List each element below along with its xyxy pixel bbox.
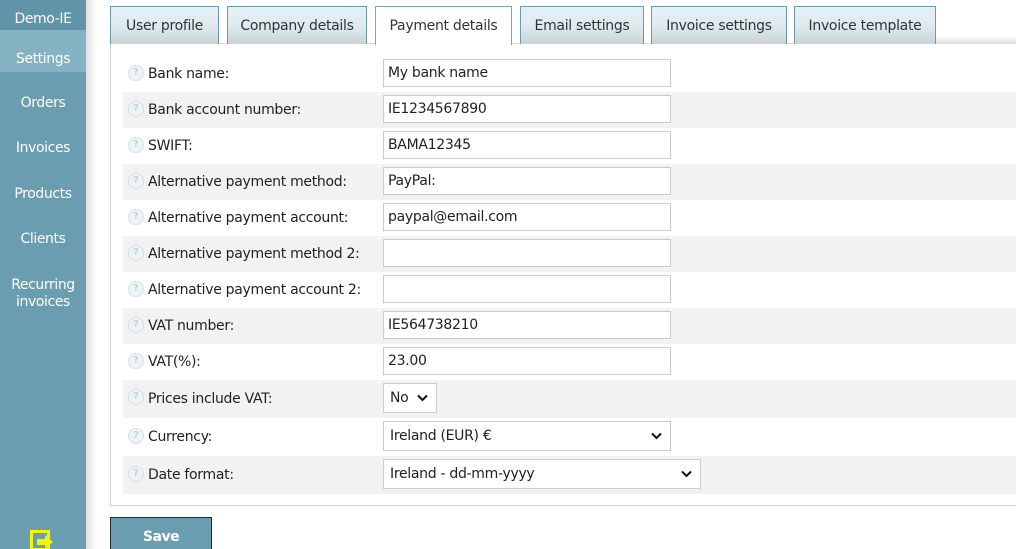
vat-percent-input[interactable]	[383, 347, 671, 375]
form-row-alt-method: ? Alternative payment method:	[123, 164, 1016, 200]
bank-account-input[interactable]	[383, 95, 671, 123]
save-button[interactable]: Save	[110, 517, 212, 549]
form-row-date-format: ? Date format: Ireland - dd-mm-yyyy	[123, 456, 1016, 494]
sidebar: Demo-IE Settings Orders Invoices Product…	[0, 0, 86, 549]
form-row-swift: ? SWIFT:	[123, 128, 1016, 164]
form-row-alt-account-2: ? Alternative payment account 2:	[123, 272, 1016, 308]
tabs-fade	[936, 36, 1016, 44]
alt-method-input[interactable]	[383, 167, 671, 195]
sidebar-item-settings[interactable]: Settings	[0, 30, 86, 72]
form-row-alt-method-2: ? Alternative payment method 2:	[123, 236, 1016, 272]
help-icon[interactable]: ?	[128, 389, 144, 405]
sidebar-item-products[interactable]: Products	[0, 186, 86, 202]
form-row-bank-name: ? Bank name:	[123, 56, 1016, 92]
chevron-down-icon	[651, 422, 662, 450]
tab-company-details[interactable]: Company details	[227, 6, 367, 44]
sidebar-item-recurring-invoices[interactable]: Recurring invoices	[0, 277, 86, 311]
form-row-prices-include-vat: ? Prices include VAT: No	[123, 380, 1016, 418]
currency-select[interactable]: Ireland (EUR) €	[383, 421, 671, 451]
tab-invoice-settings[interactable]: Invoice settings	[651, 6, 787, 44]
help-icon[interactable]: ?	[128, 428, 144, 444]
help-icon[interactable]: ?	[128, 137, 144, 153]
alt-method-2-label: Alternative payment method 2:	[148, 246, 360, 262]
help-icon[interactable]: ?	[128, 209, 144, 225]
currency-value: Ireland (EUR) €	[390, 428, 492, 444]
tab-payment-details[interactable]: Payment details	[375, 6, 512, 45]
swift-label: SWIFT:	[148, 138, 193, 154]
vat-percent-label: VAT(%):	[148, 354, 201, 370]
help-icon[interactable]: ?	[128, 65, 144, 81]
swift-input[interactable]	[383, 131, 671, 159]
vat-number-input[interactable]	[383, 311, 671, 339]
alt-account-2-input[interactable]	[383, 275, 671, 303]
payment-details-form: ? Bank name: ? Bank account number: ? SW…	[110, 44, 1016, 506]
date-format-value: Ireland - dd-mm-yyyy	[390, 466, 535, 482]
help-icon[interactable]: ?	[128, 317, 144, 333]
bank-name-label: Bank name:	[148, 66, 230, 82]
alt-account-label: Alternative payment account:	[148, 210, 349, 226]
alt-account-2-label: Alternative payment account 2:	[148, 282, 361, 298]
alt-account-input[interactable]	[383, 203, 671, 231]
tab-user-profile[interactable]: User profile	[110, 6, 219, 44]
vat-number-label: VAT number:	[148, 318, 234, 334]
bank-name-input[interactable]	[383, 59, 671, 87]
alt-method-2-input[interactable]	[383, 239, 671, 267]
prices-include-vat-label: Prices include VAT:	[148, 391, 273, 407]
form-row-vat-number: ? VAT number:	[123, 308, 1016, 344]
chevron-down-icon	[417, 384, 428, 412]
tab-invoice-template[interactable]: Invoice template	[794, 6, 936, 44]
form-row-alt-account: ? Alternative payment account:	[123, 200, 1016, 236]
help-icon[interactable]: ?	[128, 245, 144, 261]
help-icon[interactable]: ?	[128, 466, 144, 482]
chevron-down-icon	[681, 460, 692, 488]
help-icon[interactable]: ?	[128, 353, 144, 369]
sidebar-item-orders[interactable]: Orders	[0, 95, 86, 111]
help-icon[interactable]: ?	[128, 281, 144, 297]
logout-icon[interactable]	[30, 530, 54, 549]
form-row-currency: ? Currency: Ireland (EUR) €	[123, 418, 1016, 456]
help-icon[interactable]: ?	[128, 173, 144, 189]
sidebar-shadow	[86, 0, 96, 549]
form-row-bank-account: ? Bank account number:	[123, 92, 1016, 128]
date-format-select[interactable]: Ireland - dd-mm-yyyy	[383, 459, 701, 489]
date-format-label: Date format:	[148, 467, 234, 483]
sidebar-item-clients[interactable]: Clients	[0, 231, 86, 247]
tab-email-settings[interactable]: Email settings	[520, 6, 644, 44]
prices-include-vat-select[interactable]: No	[383, 383, 437, 413]
alt-method-label: Alternative payment method:	[148, 174, 347, 190]
prices-include-vat-value: No	[390, 390, 409, 406]
bank-account-label: Bank account number:	[148, 102, 301, 118]
sidebar-item-invoices[interactable]: Invoices	[0, 140, 86, 156]
help-icon[interactable]: ?	[128, 101, 144, 117]
currency-label: Currency:	[148, 429, 213, 445]
sidebar-brand[interactable]: Demo-IE	[0, 0, 86, 30]
form-row-vat-percent: ? VAT(%):	[123, 344, 1016, 380]
